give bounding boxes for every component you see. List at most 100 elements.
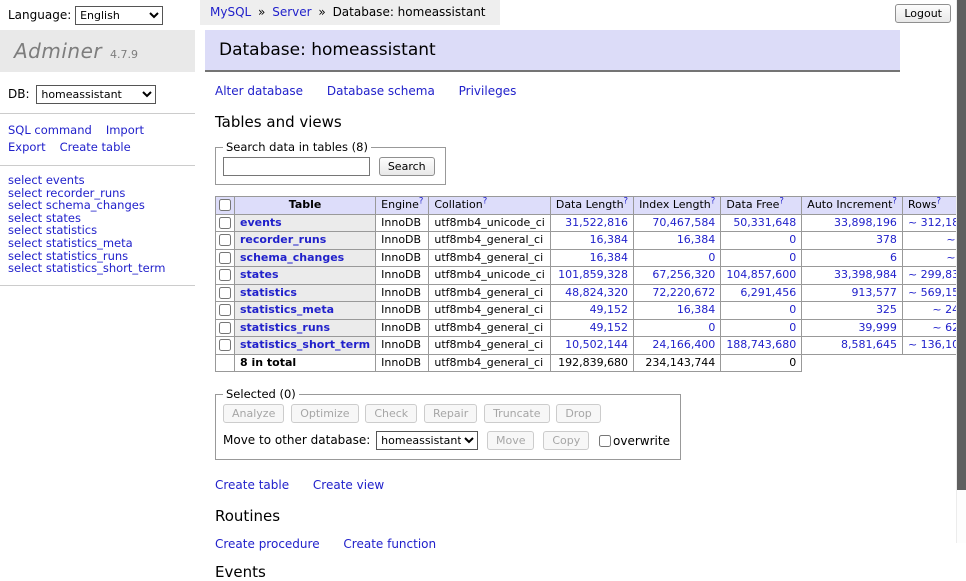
sql-command-link[interactable]: SQL command	[8, 123, 92, 137]
index-length-cell-link[interactable]: 0	[708, 321, 715, 334]
sidebar-divider	[0, 113, 195, 114]
check-button[interactable]: Check	[365, 404, 417, 423]
index-length-cell-link[interactable]: 72,220,672	[652, 286, 715, 299]
row-checkbox[interactable]	[219, 252, 231, 264]
table-name-link[interactable]: states	[240, 268, 279, 281]
help-icon[interactable]: ?	[779, 196, 784, 206]
table-name-link[interactable]: statistics_short_term	[240, 338, 370, 351]
repair-button[interactable]: Repair	[424, 404, 477, 423]
data-free-cell-link[interactable]: 50,331,648	[733, 216, 796, 229]
create-table-link[interactable]: Create table	[215, 478, 289, 492]
table-name-link[interactable]: statistics_runs	[240, 321, 330, 334]
table-name-link[interactable]: statistics	[240, 286, 297, 299]
help-icon[interactable]: ?	[937, 196, 942, 206]
table-name-link[interactable]: events	[240, 216, 282, 229]
search-input[interactable]	[223, 157, 370, 176]
auto-increment-cell-link[interactable]: 6	[890, 251, 897, 264]
data-free-cell-link[interactable]: 0	[789, 251, 796, 264]
help-icon[interactable]: ?	[483, 196, 488, 206]
data-length-cell-link[interactable]: 49,152	[590, 321, 629, 334]
create-procedure-link[interactable]: Create procedure	[215, 537, 320, 551]
create-table-link-sidebar[interactable]: Create table	[60, 140, 131, 154]
row-checkbox[interactable]	[219, 269, 231, 281]
row-select-cell[interactable]	[216, 232, 235, 250]
row-select-cell[interactable]	[216, 267, 235, 285]
row-select-cell[interactable]	[216, 302, 235, 320]
row-select-cell[interactable]	[216, 284, 235, 302]
index-length-cell-link[interactable]: 70,467,584	[652, 216, 715, 229]
language-select[interactable]: English	[75, 6, 163, 25]
overwrite-checkbox[interactable]	[599, 435, 611, 447]
table-name-link[interactable]: schema_changes	[240, 251, 344, 264]
db-select[interactable]: homeassistant	[36, 85, 156, 104]
move-button[interactable]: Move	[487, 431, 535, 450]
data-free-cell-link[interactable]: 188,743,680	[726, 338, 796, 351]
help-icon[interactable]: ?	[711, 196, 716, 206]
breadcrumb-server-link[interactable]: Server	[272, 5, 311, 19]
data-length-cell-link[interactable]: 31,522,816	[565, 216, 628, 229]
logout-button[interactable]: Logout	[895, 4, 951, 23]
index-length-cell-link[interactable]: 24,166,400	[652, 338, 715, 351]
data-length-cell-link[interactable]: 16,384	[590, 251, 629, 264]
create-function-link[interactable]: Create function	[343, 537, 436, 551]
drop-button[interactable]: Drop	[556, 404, 600, 423]
data-free-cell-link[interactable]: 0	[789, 233, 796, 246]
table-name-link[interactable]: statistics_meta	[240, 303, 334, 316]
index-length-cell-link[interactable]: 67,256,320	[652, 268, 715, 281]
export-link[interactable]: Export	[8, 140, 46, 154]
optimize-button[interactable]: Optimize	[291, 404, 358, 423]
row-checkbox[interactable]	[219, 339, 231, 351]
auto-increment-cell-link[interactable]: 33,398,984	[834, 268, 897, 281]
table-name-link[interactable]: recorder_runs	[240, 233, 326, 246]
import-link[interactable]: Import	[106, 123, 144, 137]
select-all-cell[interactable]	[216, 197, 235, 215]
move-database-select[interactable]: homeassistant	[376, 431, 478, 450]
data-free-cell-link[interactable]: 0	[789, 303, 796, 316]
help-icon[interactable]: ?	[892, 196, 897, 206]
analyze-button[interactable]: Analyze	[223, 404, 284, 423]
row-select-cell[interactable]	[216, 214, 235, 232]
data-length-cell-link[interactable]: 49,152	[590, 303, 629, 316]
privileges-link[interactable]: Privileges	[459, 84, 517, 98]
copy-button[interactable]: Copy	[543, 431, 589, 450]
row-checkbox[interactable]	[219, 217, 231, 229]
vertical-scrollbar[interactable]	[956, 0, 966, 543]
alter-database-link[interactable]: Alter database	[215, 84, 303, 98]
breadcrumb-mysql-link[interactable]: MySQL	[210, 5, 251, 19]
data-free-cell-link[interactable]: 0	[789, 321, 796, 334]
help-icon[interactable]: ?	[419, 196, 424, 206]
sidebar-table-link[interactable]: statistics_short_term	[46, 261, 166, 275]
auto-increment-cell-link[interactable]: 913,577	[851, 286, 897, 299]
create-view-link[interactable]: Create view	[313, 478, 384, 492]
row-checkbox[interactable]	[219, 322, 231, 334]
data-length-cell-link[interactable]: 101,859,328	[558, 268, 628, 281]
search-button[interactable]: Search	[379, 157, 435, 176]
truncate-button[interactable]: Truncate	[484, 404, 549, 423]
index-length-cell-link[interactable]: 0	[708, 251, 715, 264]
auto-increment-cell-link[interactable]: 8,581,645	[841, 338, 897, 351]
data-length-cell-link[interactable]: 10,502,144	[565, 338, 628, 351]
index-length-cell-link[interactable]: 16,384	[677, 303, 716, 316]
overwrite-option[interactable]: overwrite	[599, 434, 670, 448]
row-select-cell[interactable]	[216, 337, 235, 355]
auto-increment-cell-link[interactable]: 325	[876, 303, 897, 316]
data-free-cell-link[interactable]: 104,857,600	[726, 268, 796, 281]
database-schema-link[interactable]: Database schema	[327, 84, 435, 98]
index-length-cell-link[interactable]: 16,384	[677, 233, 716, 246]
data-free-cell-link[interactable]: 6,291,456	[740, 286, 796, 299]
data-length-cell-link[interactable]: 48,824,320	[565, 286, 628, 299]
auto-increment-cell-link[interactable]: 33,898,196	[834, 216, 897, 229]
scrollbar-thumb[interactable]	[957, 0, 966, 490]
auto-increment-cell-link[interactable]: 39,999	[858, 321, 897, 334]
data-length-cell-link[interactable]: 16,384	[590, 233, 629, 246]
adminer-logo[interactable]: Adminer	[14, 39, 102, 63]
row-checkbox[interactable]	[219, 287, 231, 299]
select-link[interactable]: select	[8, 261, 42, 275]
row-checkbox[interactable]	[219, 304, 231, 316]
help-icon[interactable]: ?	[624, 196, 629, 206]
row-select-cell[interactable]	[216, 249, 235, 267]
row-select-cell[interactable]	[216, 319, 235, 337]
row-checkbox[interactable]	[219, 234, 231, 246]
select-all-checkbox[interactable]	[219, 199, 231, 211]
auto-increment-cell-link[interactable]: 378	[876, 233, 897, 246]
